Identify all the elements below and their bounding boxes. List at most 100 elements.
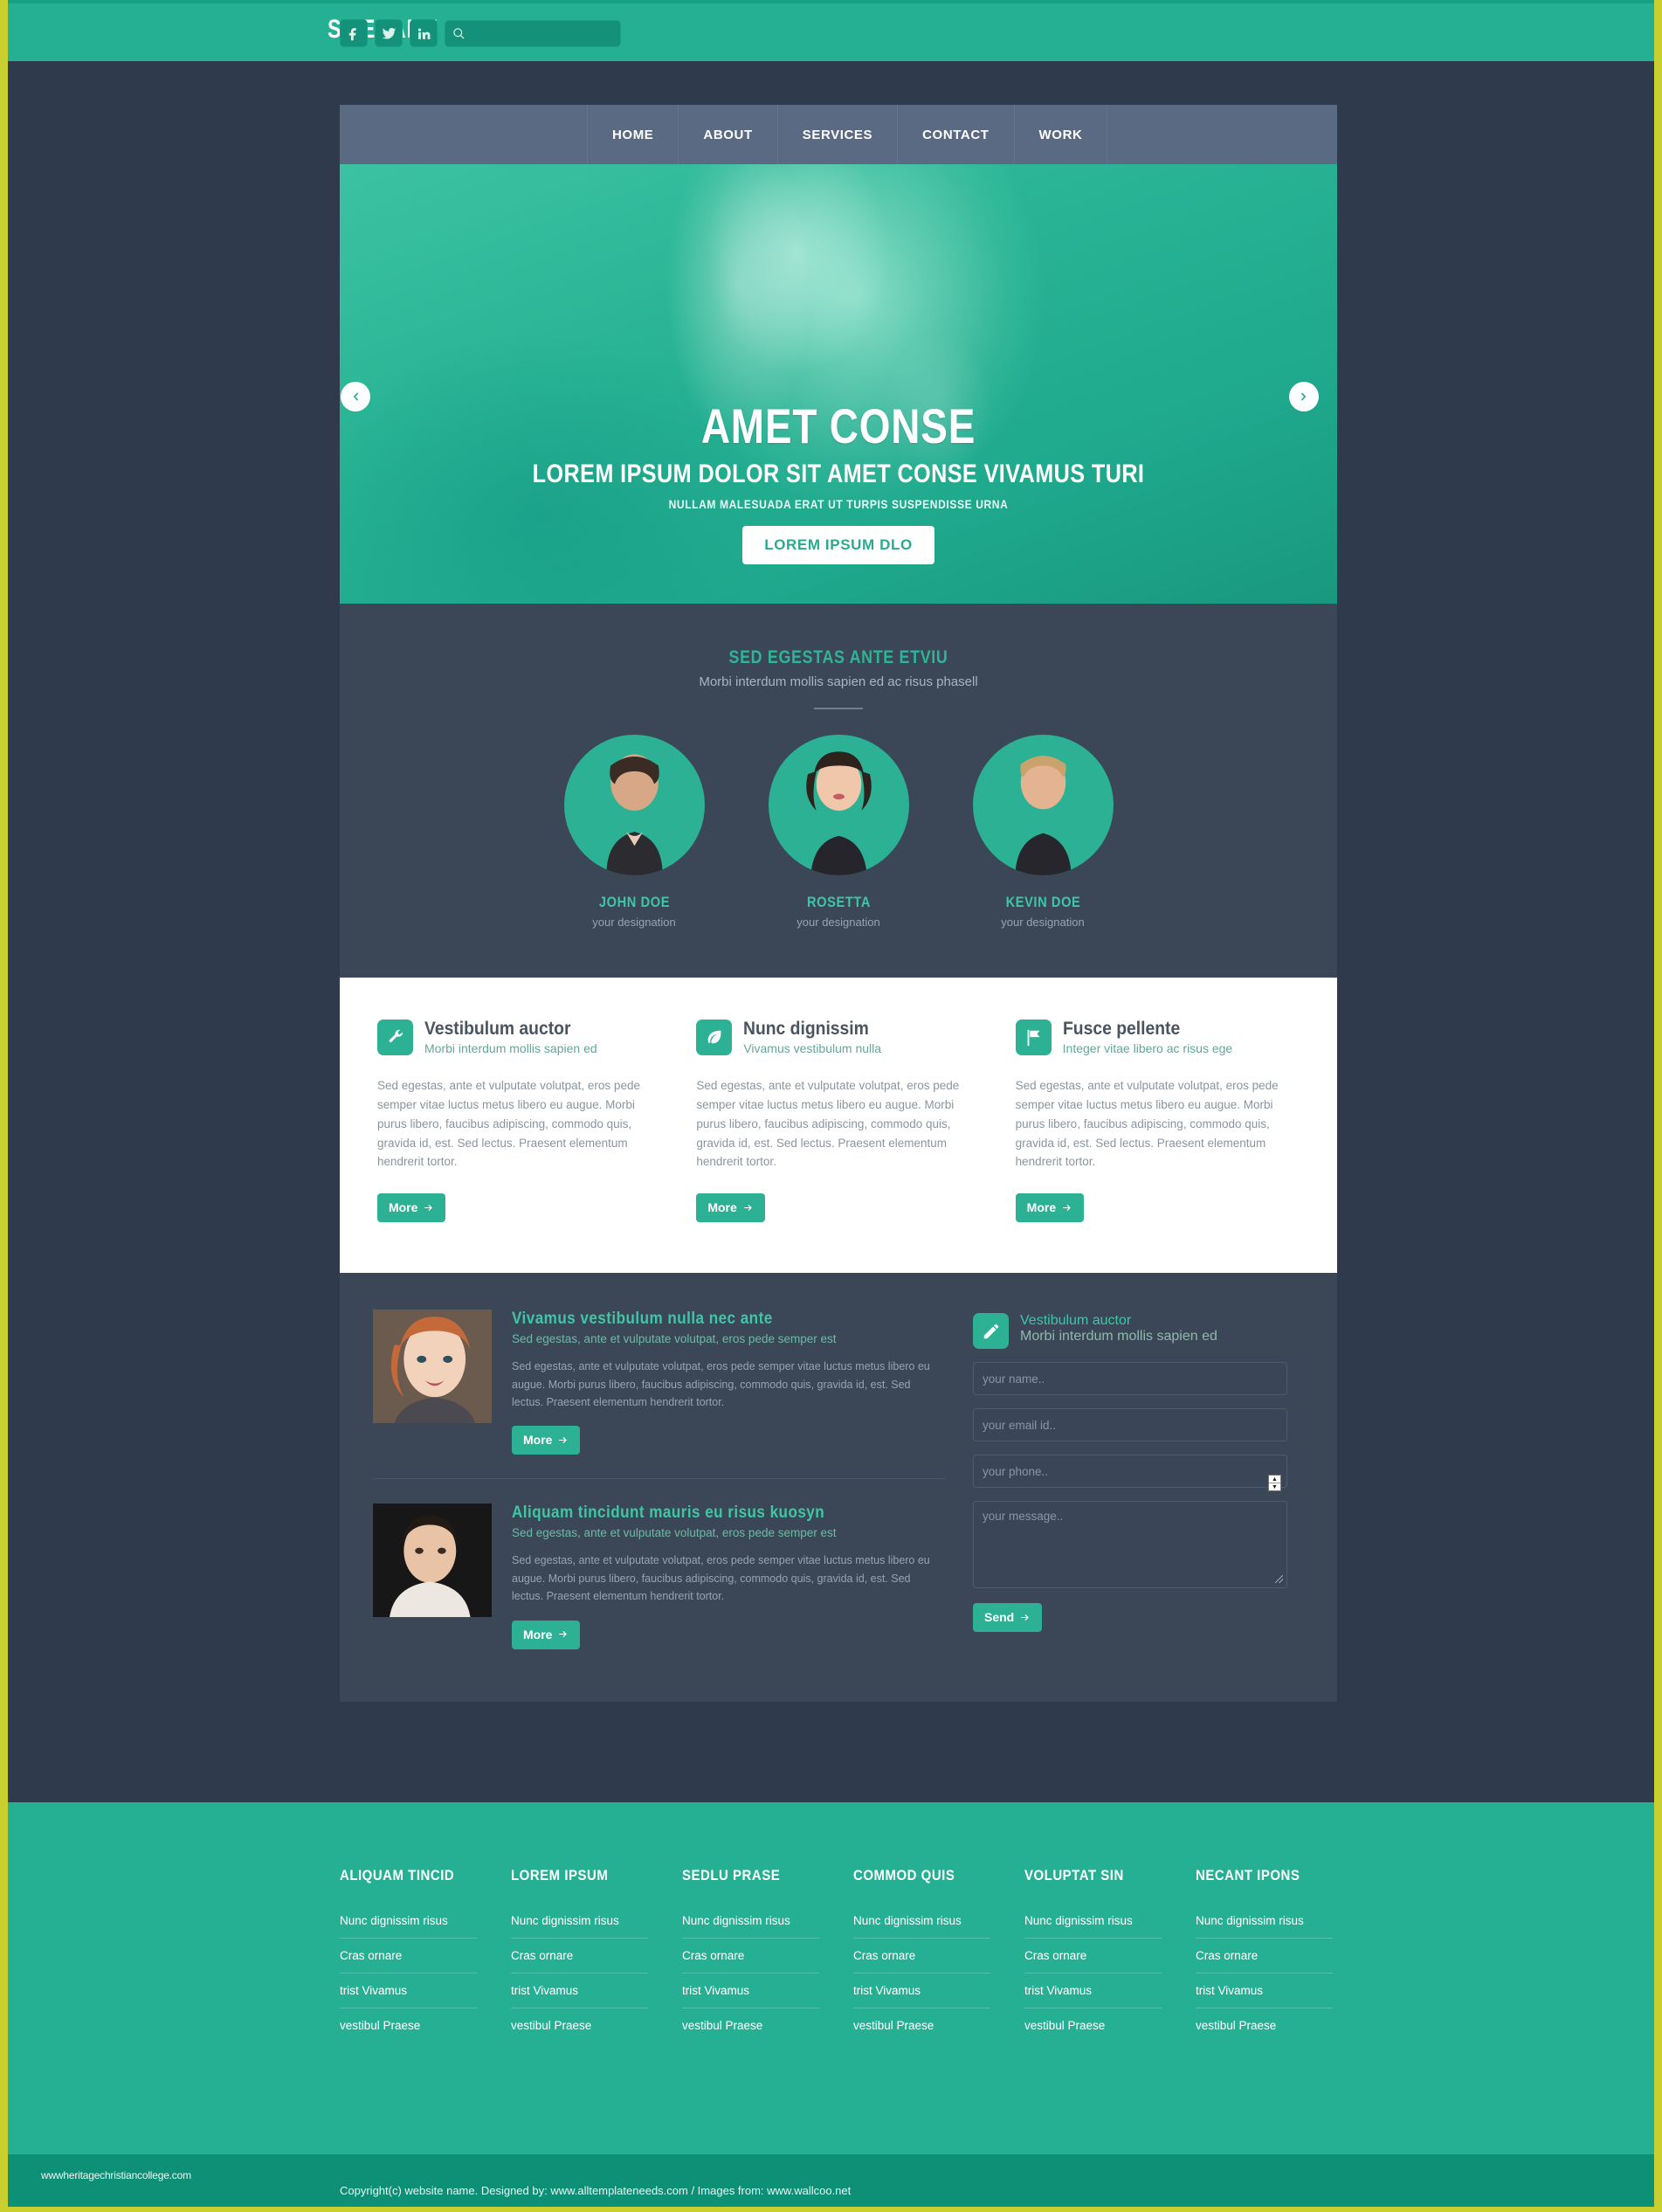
more-button[interactable]: More [512,1620,581,1649]
post-title[interactable]: Aliquam tincidunt mauris eu risus kuosyn [512,1503,901,1523]
footer-link[interactable]: trist Vivamus [853,1974,990,2008]
arrow-right-icon [559,1436,568,1443]
top-bar: SITENAME [8,0,1654,61]
linkedin-icon[interactable] [410,19,438,47]
nav-item-services[interactable]: SERVICES [778,105,899,164]
footer-link[interactable]: trist Vivamus [682,1974,819,2008]
hero-title: AMET CONSE [700,398,976,453]
footer-link-list: Nunc dignissim risus Cras ornare trist V… [682,1900,819,2043]
twitter-icon[interactable] [375,19,403,47]
footer-column: ALIQUAM TINCID Nunc dignissim risus Cras… [340,1867,511,2043]
member-role: your designation [592,916,676,929]
footer-column: LOREM IPSUM Nunc dignissim risus Cras or… [511,1867,682,2043]
footer-link[interactable]: Nunc dignissim risus [511,1900,648,1939]
slider-next-button[interactable] [1289,382,1319,411]
footer-link-list: Nunc dignissim risus Cras ornare trist V… [1196,1900,1333,2043]
footer-link[interactable]: Nunc dignissim risus [853,1900,990,1939]
feature-body: Sed egestas, ante et vulputate volutpat,… [696,1079,960,1169]
footer-link[interactable]: Cras ornare [511,1939,648,1974]
footer-link[interactable]: vestibul Praese [853,2008,990,2043]
contact-form: Vestibulum auctor Morbi interdum mollis … [973,1310,1287,1649]
footer-column-title: ALIQUAM TINCID [340,1867,455,1884]
feature-header: Vestibulum auctor Morbi interdum mollis … [377,1019,661,1055]
footer-link[interactable]: vestibul Praese [340,2008,477,2043]
email-input[interactable] [973,1408,1287,1442]
more-button-label: More [389,1200,418,1215]
footer-column: COMMOD QUIS Nunc dignissim risus Cras or… [853,1867,1024,2043]
more-button[interactable]: More [377,1193,446,1223]
stepper-down-icon[interactable]: ▼ [1269,1483,1280,1490]
footer-link[interactable]: trist Vivamus [340,1974,477,2008]
footer-link[interactable]: trist Vivamus [1196,1974,1333,2008]
team-member[interactable]: KEVIN DOE your designation [958,735,1128,929]
footer-link[interactable]: Nunc dignissim risus [1024,1900,1162,1939]
footer-link-list: Nunc dignissim risus Cras ornare trist V… [1024,1900,1162,2043]
team-subheading: Morbi interdum mollis sapien ed ac risus… [699,674,978,689]
team-member[interactable]: JOHN DOE your designation [549,735,720,929]
footer-link[interactable]: Cras ornare [853,1939,990,1974]
phone-field-wrapper: ▲ ▼ [973,1455,1287,1492]
nav-item-work[interactable]: WORK [1015,105,1108,164]
facebook-icon[interactable] [340,19,368,47]
footer-link[interactable]: trist Vivamus [511,1974,648,2008]
message-textarea[interactable] [973,1501,1287,1589]
footer-link-list: Nunc dignissim risus Cras ornare trist V… [853,1900,990,2043]
phone-stepper[interactable]: ▲ ▼ [1268,1475,1281,1492]
search-icon [453,27,465,39]
leaf-icon [696,1020,733,1055]
hero-content: AMET CONSE LOREM IPSUM DOLOR SIT AMET CO… [340,164,1337,564]
more-button-label: More [523,1627,553,1642]
chevron-left-icon [353,392,359,401]
send-button[interactable]: Send [973,1603,1043,1633]
footer-link-list: Nunc dignissim risus Cras ornare trist V… [511,1900,648,2043]
footer-link[interactable]: vestibul Praese [682,2008,819,2043]
member-name: JOHN DOE [598,894,670,910]
slider-prev-button[interactable] [341,382,370,411]
post-thumbnail[interactable] [373,1310,492,1424]
stepper-up-icon[interactable]: ▲ [1269,1476,1280,1484]
footer-link[interactable]: Cras ornare [1024,1939,1162,1974]
blog-post: Aliquam tincidunt mauris eu risus kuosyn… [373,1503,945,1649]
contact-title: Vestibulum auctor [1020,1313,1132,1329]
phone-input[interactable] [973,1455,1287,1489]
nav-item-home[interactable]: HOME [587,105,679,164]
footer-link[interactable]: Nunc dignissim risus [682,1900,819,1939]
main-navigation: HOME ABOUT SERVICES CONTACT WORK [340,105,1337,164]
post-title[interactable]: Vivamus vestibulum nulla nec ante [512,1310,901,1329]
footer-link[interactable]: trist Vivamus [1024,1974,1162,2008]
nav-item-about[interactable]: ABOUT [679,105,778,164]
footer-column-title: VOLUPTAT SIN [1024,1867,1124,1884]
chevron-right-icon [1300,392,1307,401]
footer-column-title: SEDLU PRASE [682,1867,781,1884]
feature-subtitle: Vivamus vestibulum nulla [743,1041,882,1056]
more-button[interactable]: More [512,1426,581,1455]
feature-header: Nunc dignissim Vivamus vestibulum nulla [696,1019,980,1056]
footer-link[interactable]: Cras ornare [340,1939,477,1974]
send-button-label: Send [984,1610,1015,1625]
arrow-right-icon [559,1631,568,1638]
blog-column: Vivamus vestibulum nulla nec ante Sed eg… [360,1310,945,1649]
footer-link[interactable]: Nunc dignissim risus [1196,1900,1333,1939]
post-thumbnail[interactable] [373,1503,492,1618]
feature-title: Nunc dignissim [743,1019,870,1039]
member-role: your designation [797,916,880,929]
footer-link[interactable]: vestibul Praese [1196,2008,1333,2043]
footer-link[interactable]: vestibul Praese [511,2008,648,2043]
pencil-icon [973,1313,1009,1350]
post-subtitle: Sed egestas, ante et vulputate volutpat,… [512,1332,837,1346]
footer-link[interactable]: vestibul Praese [1024,2008,1162,2043]
name-input[interactable] [973,1362,1287,1396]
footer-columns: ALIQUAM TINCID Nunc dignissim risus Cras… [8,1802,1654,2043]
footer-link[interactable]: Cras ornare [682,1939,819,1974]
resize-handle-icon[interactable] [1275,1575,1283,1584]
search-box[interactable] [445,19,621,47]
nav-item-contact[interactable]: CONTACT [898,105,1015,164]
search-input[interactable] [470,27,613,39]
footer-link[interactable]: Nunc dignissim risus [340,1900,477,1939]
more-button-label: More [707,1200,737,1215]
hero-cta-button[interactable]: LOREM IPSUM DLO [742,526,934,564]
more-button[interactable]: More [1015,1193,1085,1223]
footer-link[interactable]: Cras ornare [1196,1939,1333,1974]
team-member[interactable]: ROSETTA your designation [754,735,924,929]
more-button[interactable]: More [696,1193,765,1223]
